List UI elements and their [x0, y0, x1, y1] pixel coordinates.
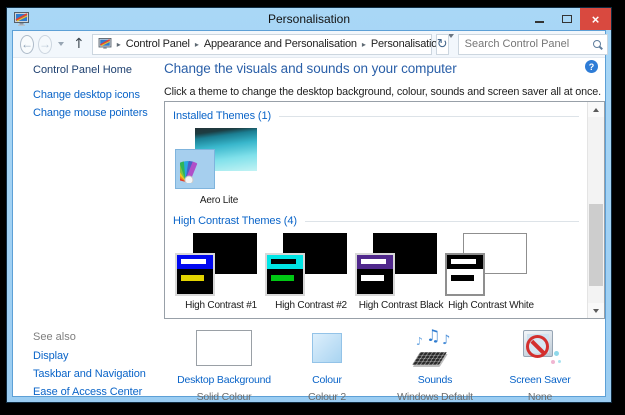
footer-item-screen-saver[interactable]: Screen Saver None [487, 327, 593, 403]
see-also-heading: See also [33, 331, 76, 343]
sidebar-item-control-panel-home[interactable]: Control Panel Home [33, 64, 165, 76]
theme-tile-high-contrast-2[interactable] [265, 233, 355, 297]
theme-front-card [445, 253, 485, 296]
refresh-button[interactable]: ↻ [435, 33, 449, 55]
refresh-icon: ↻ [436, 36, 448, 52]
theme-tile-high-contrast-white[interactable] [445, 233, 535, 297]
breadcrumb-personalisation[interactable]: Personalisation [371, 38, 443, 50]
back-button[interactable]: ← [20, 34, 34, 54]
sidebar-item-taskbar-and-navigation[interactable]: Taskbar and Navigation [33, 368, 165, 380]
close-icon: × [591, 11, 600, 27]
desktop-background-value: Solid Colour [196, 391, 252, 403]
colour-fan-icon [180, 160, 198, 183]
high-contrast-themes-header: High Contrast Themes (4) [173, 215, 579, 227]
address-location-icon [98, 38, 112, 49]
desktop-background-icon [196, 330, 252, 366]
theme-label-high-contrast-black: High Contrast Black [358, 300, 444, 311]
theme-tile-high-contrast-black[interactable] [355, 233, 445, 297]
section-divider [279, 115, 579, 117]
sidebar: Control Panel Home Change desktop icons … [33, 64, 165, 125]
desktop-background-link[interactable]: Desktop Background [171, 374, 277, 386]
theme-front-card [265, 253, 305, 296]
vertical-scrollbar[interactable] [587, 102, 604, 318]
title-bar[interactable]: Personalisation × [7, 8, 611, 30]
sounds-icon: ♫ ♪ ♪ [411, 328, 458, 368]
theme-tile-aero-lite[interactable] [175, 128, 263, 192]
screen-saver-value: None [527, 391, 553, 403]
prohibition-icon [526, 335, 549, 358]
installed-themes-title: Installed Themes (1) [173, 110, 272, 122]
footer-item-sounds[interactable]: ♫ ♪ ♪ Sounds Windows Default [382, 327, 488, 404]
sounds-link[interactable]: Sounds [382, 374, 488, 386]
section-divider [304, 220, 579, 222]
footer-item-colour[interactable]: Colour Colour 2 [274, 327, 380, 403]
page-title: Change the visuals and sounds on your co… [164, 61, 457, 76]
screen-saver-icon [517, 328, 563, 368]
theme-front-card [355, 253, 395, 296]
scroll-down-button[interactable] [588, 303, 604, 318]
installed-themes-header: Installed Themes (1) [173, 110, 579, 122]
search-box[interactable] [457, 33, 608, 55]
breadcrumb-separator-icon: ▸ [116, 39, 121, 49]
theme-label-high-contrast-white: High Contrast White [448, 300, 534, 311]
screen-saver-link[interactable]: Screen Saver [487, 374, 593, 386]
see-also-section: See also Display Taskbar and Navigation … [33, 331, 165, 404]
window-controls: × [526, 8, 611, 30]
personalisation-window: Personalisation × ← → ↑ ▸ Control Panel … [7, 8, 611, 403]
colour-link[interactable]: Colour [274, 374, 380, 386]
footer-item-desktop-background[interactable]: Desktop Background Solid Colour [171, 327, 277, 403]
recent-pages-dropdown-icon[interactable] [58, 42, 64, 46]
sounds-value: Windows Default [397, 391, 473, 403]
scroll-up-button[interactable] [588, 102, 604, 117]
window-title: Personalisation [267, 12, 351, 26]
back-icon: ← [21, 37, 33, 51]
scrollbar-thumb[interactable] [589, 203, 603, 286]
theme-label-high-contrast-1: High Contrast #1 [185, 300, 257, 311]
close-button[interactable]: × [580, 8, 611, 30]
desktop-background: { "window": { "title": "Personalisation"… [0, 0, 625, 415]
maximize-icon [561, 15, 572, 23]
up-button[interactable]: ↑ [73, 37, 85, 51]
help-button[interactable]: ? [585, 60, 598, 73]
page-description: Click a theme to change the desktop back… [164, 86, 601, 98]
colour-swatch-icon [312, 333, 342, 363]
breadcrumb-separator-icon: ▸ [194, 39, 199, 49]
chevron-down-icon [448, 34, 455, 50]
search-icon[interactable] [592, 40, 601, 48]
sidebar-item-change-mouse-pointers[interactable]: Change mouse pointers [33, 107, 165, 119]
theme-label-aero-lite: Aero Lite [199, 195, 239, 206]
high-contrast-theme-row: High Contrast #1 High Contrast #2 High C… [175, 233, 579, 311]
sidebar-item-display[interactable]: Display [33, 350, 165, 362]
sidebar-item-ease-of-access[interactable]: Ease of Access Center [33, 386, 165, 398]
minimize-button[interactable] [526, 8, 553, 30]
sidebar-item-change-desktop-icons[interactable]: Change desktop icons [33, 89, 165, 101]
address-bar[interactable]: ▸ Control Panel ▸ Appearance and Persona… [91, 33, 455, 55]
high-contrast-themes-title: High Contrast Themes (4) [173, 215, 297, 227]
forward-icon: → [39, 37, 51, 51]
search-input[interactable] [464, 38, 593, 50]
maximize-button[interactable] [553, 8, 580, 30]
forward-button[interactable]: → [38, 34, 52, 54]
theme-list-content: Installed Themes (1) Aero Lite High Cont… [165, 102, 587, 318]
personalisation-app-icon [14, 12, 29, 26]
help-icon: ? [588, 61, 595, 72]
theme-list-box: Installed Themes (1) Aero Lite High Cont… [164, 101, 605, 319]
theme-label-high-contrast-2: High Contrast #2 [275, 300, 347, 311]
theme-front-card [175, 253, 215, 296]
colour-value: Colour 2 [307, 391, 347, 403]
breadcrumb-control-panel[interactable]: Control Panel [126, 38, 190, 50]
scroll-up-icon [593, 107, 599, 112]
breadcrumb-separator-icon: ▸ [361, 39, 366, 49]
minimize-icon [535, 21, 544, 23]
scroll-down-icon [593, 308, 599, 313]
theme-tile-high-contrast-1[interactable] [175, 233, 265, 297]
aero-lite-swatch-card [175, 149, 215, 189]
navigation-bar: ← → ↑ ▸ Control Panel ▸ Appearance and P… [13, 31, 608, 58]
breadcrumb-appearance[interactable]: Appearance and Personalisation [204, 38, 357, 50]
window-body: ← → ↑ ▸ Control Panel ▸ Appearance and P… [12, 30, 608, 403]
